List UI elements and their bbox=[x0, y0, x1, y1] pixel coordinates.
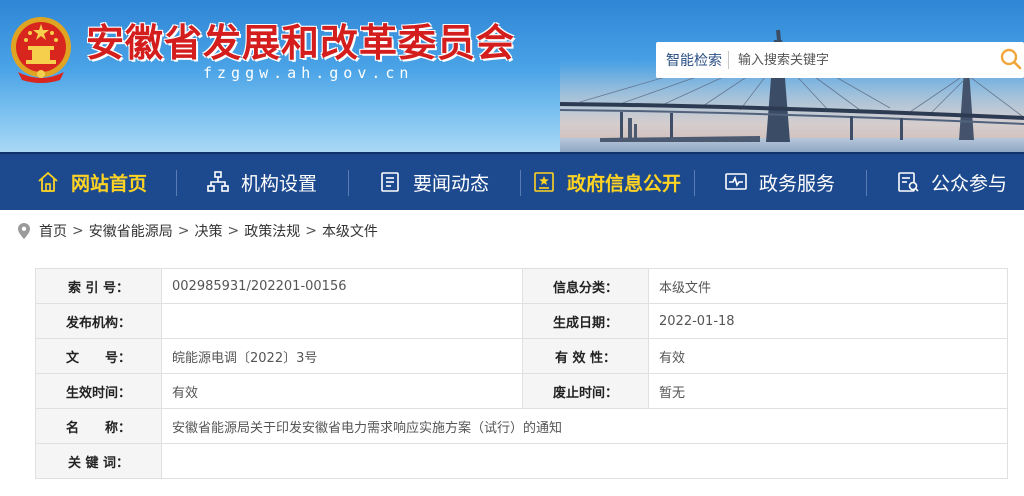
created-date-value: 2022-01-18 bbox=[648, 303, 1008, 339]
expiry-date-value: 暂无 bbox=[648, 373, 1008, 409]
keywords-label: 关 键 词： bbox=[35, 443, 162, 479]
site-domain: fzggw.ah.gov.cn bbox=[203, 64, 414, 82]
search-input[interactable] bbox=[736, 48, 990, 72]
document-name-label: 名 称： bbox=[35, 408, 162, 444]
index-number-label: 索 引 号： bbox=[35, 268, 162, 304]
index-number-value: 002985931/202201-00156 bbox=[161, 268, 523, 304]
nav-item-gov-service[interactable]: 政务服务 bbox=[724, 154, 835, 210]
nav-item-home[interactable]: 网站首页 bbox=[36, 154, 147, 210]
participation-icon bbox=[898, 172, 919, 192]
breadcrumb: 首页 > 安徽省能源局 > 决策 > 政策法规 > 本级文件 bbox=[18, 220, 378, 242]
breadcrumb-local-documents[interactable]: 本级文件 bbox=[322, 221, 378, 241]
document-icon bbox=[381, 172, 399, 192]
site-title: 安徽省发展和改革委员会 bbox=[86, 21, 516, 65]
info-disclosure-icon bbox=[534, 172, 554, 192]
nav-item-label: 政府信息公开 bbox=[567, 172, 682, 195]
publisher-label: 发布机构： bbox=[35, 303, 162, 339]
location-pin-icon bbox=[18, 223, 30, 239]
nav-item-label: 网站首页 bbox=[71, 172, 148, 195]
table-row: 名 称： 安徽省能源局关于印发安徽省电力需求响应实施方案（试行）的通知 bbox=[35, 408, 1008, 444]
nav-divider bbox=[520, 170, 521, 196]
table-row: 关 键 词： bbox=[35, 443, 1008, 479]
nav-divider bbox=[694, 170, 695, 196]
breadcrumb-separator: > bbox=[305, 223, 317, 239]
info-category-value: 本级文件 bbox=[648, 268, 1008, 304]
expiry-date-label: 废止时间： bbox=[522, 373, 649, 409]
table-row: 文 号： 皖能源电调〔2022〕3号 有 效 性： 有效 bbox=[35, 338, 1008, 374]
nav-item-label: 政务服务 bbox=[759, 172, 836, 195]
table-row: 生效时间： 有效 废止时间： 暂无 bbox=[35, 373, 1008, 409]
search-icon[interactable] bbox=[1000, 48, 1022, 70]
validity-value: 有效 bbox=[648, 338, 1008, 374]
table-row: 索 引 号： 002985931/202201-00156 信息分类： 本级文件 bbox=[35, 268, 1008, 304]
nav-item-public-participation[interactable]: 公众参与 bbox=[896, 154, 1007, 210]
national-emblem-icon bbox=[11, 17, 71, 83]
effective-date-value: 有效 bbox=[161, 373, 523, 409]
header-banner: 安徽省发展和改革委员会 fzggw.ah.gov.cn 智能检索 bbox=[0, 0, 1024, 152]
document-number-label: 文 号： bbox=[35, 338, 162, 374]
keywords-value bbox=[161, 443, 1008, 479]
breadcrumb-separator: > bbox=[227, 223, 240, 239]
home-icon bbox=[38, 172, 58, 192]
validity-label: 有 效 性： bbox=[522, 338, 649, 374]
info-category-label: 信息分类： bbox=[522, 268, 649, 304]
nav-divider bbox=[348, 170, 349, 196]
search-box: 智能检索 bbox=[656, 42, 1024, 78]
document-number-value: 皖能源电调〔2022〕3号 bbox=[161, 338, 523, 374]
breadcrumb-policy[interactable]: 政策法规 bbox=[244, 221, 300, 241]
service-icon bbox=[725, 173, 747, 190]
nav-divider bbox=[176, 170, 177, 196]
search-divider bbox=[728, 51, 729, 69]
breadcrumb-separator: > bbox=[177, 223, 190, 239]
breadcrumb-separator: > bbox=[72, 223, 84, 239]
nav-item-news[interactable]: 要闻动态 bbox=[378, 154, 489, 210]
publisher-value bbox=[161, 303, 523, 339]
nav-divider bbox=[866, 170, 867, 196]
breadcrumb-home[interactable]: 首页 bbox=[39, 221, 67, 241]
document-info-table: 索 引 号： 002985931/202201-00156 信息分类： 本级文件… bbox=[35, 268, 1008, 479]
nav-item-label: 机构设置 bbox=[241, 172, 318, 195]
created-date-label: 生成日期： bbox=[522, 303, 649, 339]
smart-search-label[interactable]: 智能检索 bbox=[666, 50, 722, 70]
main-nav: 网站首页 机构设置 要闻动态 政府信息公开 政务服务 公众参与 bbox=[0, 152, 1024, 210]
nav-item-info-disclosure[interactable]: 政府信息公开 bbox=[532, 154, 681, 210]
breadcrumb-decision[interactable]: 决策 bbox=[194, 221, 222, 241]
nav-item-label: 要闻动态 bbox=[413, 172, 490, 195]
nav-item-label: 公众参与 bbox=[931, 172, 1008, 195]
org-chart-icon bbox=[207, 171, 229, 192]
effective-date-label: 生效时间： bbox=[35, 373, 162, 409]
document-name-value: 安徽省能源局关于印发安徽省电力需求响应实施方案（试行）的通知 bbox=[161, 408, 1008, 444]
breadcrumb-energy-bureau[interactable]: 安徽省能源局 bbox=[89, 221, 173, 241]
nav-item-organization[interactable]: 机构设置 bbox=[206, 154, 317, 210]
table-row: 发布机构： 生成日期： 2022-01-18 bbox=[35, 303, 1008, 339]
